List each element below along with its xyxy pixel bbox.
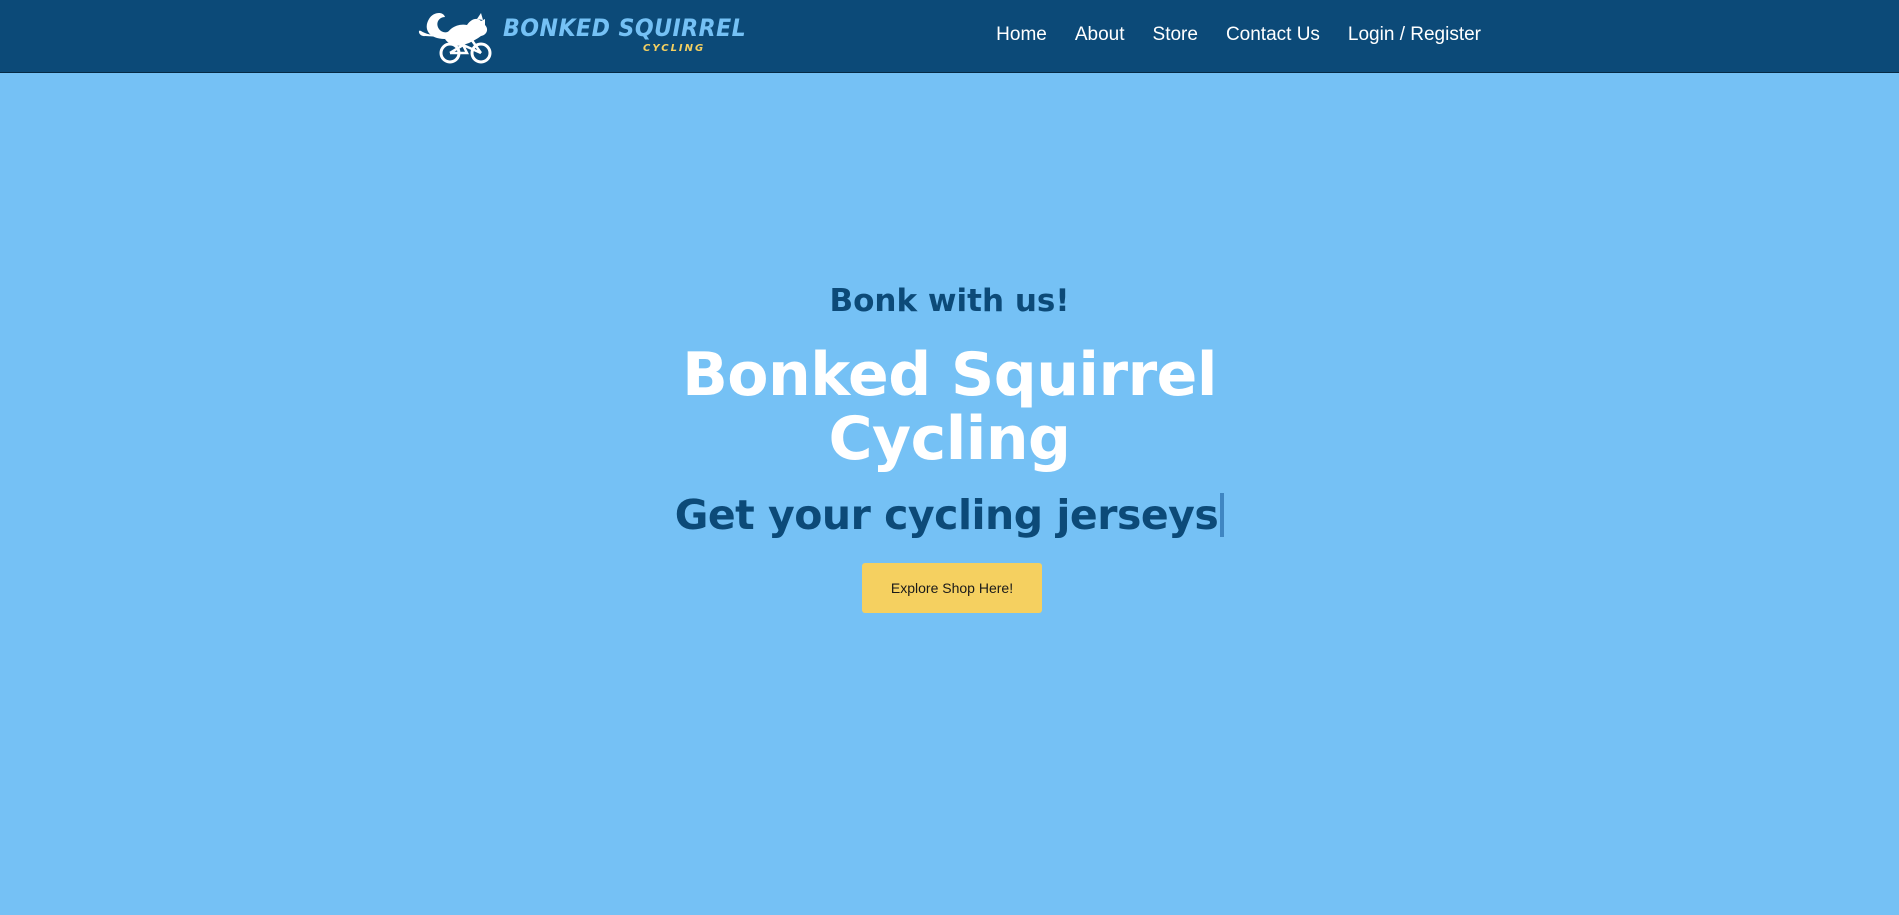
hero-typed-line: Get your cycling jerseys (0, 491, 1899, 539)
explore-shop-button[interactable]: Explore Shop Here! (862, 563, 1042, 613)
nav-store-link[interactable]: Store (1153, 24, 1198, 46)
hero-tagline: Bonk with us! (829, 283, 1070, 319)
nav-login-register-link[interactable]: Login / Register (1348, 24, 1481, 46)
nav-contact-link[interactable]: Contact Us (1226, 24, 1320, 46)
hero-typed-text: Get your cycling jerseys (674, 491, 1219, 539)
navbar: BONKED SQUIRREL CYCLING Home About Store… (0, 0, 1899, 73)
brand-subtitle: CYCLING (643, 43, 706, 54)
nav-about-link[interactable]: About (1075, 24, 1125, 46)
typing-cursor (1220, 493, 1225, 537)
nav-home-link[interactable]: Home (996, 24, 1047, 46)
brand-name: BONKED SQUIRREL (503, 14, 747, 42)
squirrel-on-bicycle-icon (418, 13, 492, 64)
hero-section: Bonk with us! Bonked Squirrel Cycling Ge… (0, 73, 1899, 915)
hero-title: Bonked Squirrel Cycling (682, 340, 1217, 474)
brand-logo[interactable]: BONKED SQUIRREL CYCLING (415, 9, 746, 65)
main-nav: Home About Store Contact Us Login / Regi… (968, 24, 1481, 46)
